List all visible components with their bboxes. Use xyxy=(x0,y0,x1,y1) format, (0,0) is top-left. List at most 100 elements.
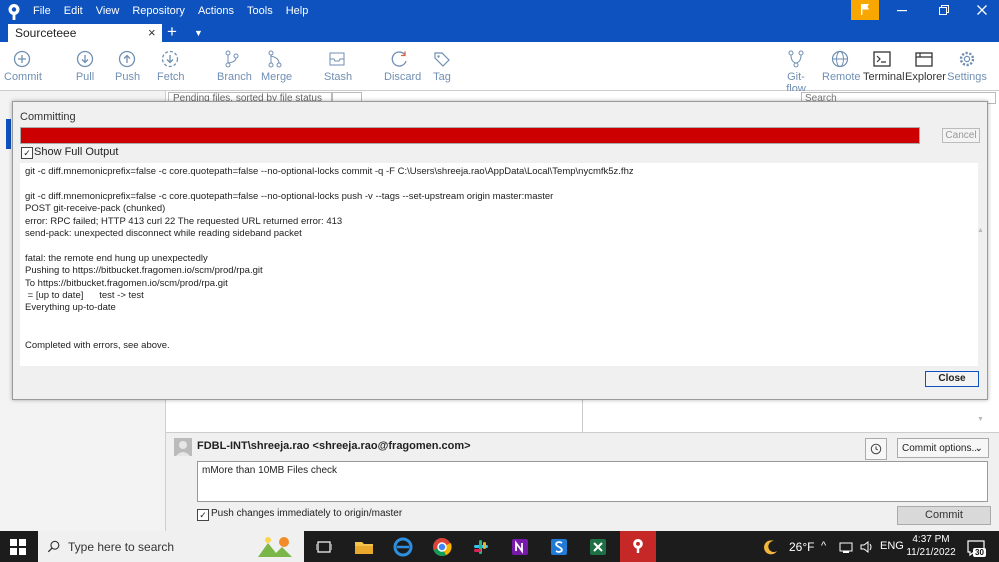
output-log[interactable]: git -c diff.mnemonicprefix=false -c core… xyxy=(20,163,984,423)
commit-options-dropdown[interactable]: Commit options... ⌄ xyxy=(897,438,989,458)
commit-toolbar-button[interactable]: Commit xyxy=(4,42,42,83)
slack-icon xyxy=(474,540,488,554)
moon-icon xyxy=(764,540,777,555)
remote-label: Remote xyxy=(822,71,861,83)
close-icon xyxy=(977,5,987,15)
commit-toolbar-label: Commit xyxy=(4,71,42,83)
clock[interactable]: 4:37 PM 11/21/2022 xyxy=(903,533,959,559)
file-explorer-taskbar-button[interactable] xyxy=(354,537,374,557)
show-full-output-checkbox[interactable]: ✓ xyxy=(21,147,33,159)
slack-taskbar-button[interactable] xyxy=(471,537,491,557)
notification-center-button[interactable]: 30 xyxy=(966,538,986,558)
fetch-label: Fetch xyxy=(157,71,185,83)
scroll-up-icon[interactable]: ▲ xyxy=(977,227,984,234)
show-full-output-label: Show Full Output xyxy=(34,146,119,158)
pull-button[interactable]: Pull xyxy=(73,42,97,83)
start-button[interactable] xyxy=(10,539,26,555)
weather-widget[interactable]: 26°F xyxy=(763,537,815,557)
discard-button[interactable]: Discard xyxy=(384,42,421,83)
push-label: Push xyxy=(115,71,141,83)
upload-icon xyxy=(118,50,136,68)
fetch-button[interactable]: Fetch xyxy=(157,42,185,83)
internet-explorer-icon xyxy=(393,537,413,557)
clock-date: 11/21/2022 xyxy=(906,547,956,558)
pane-splitter[interactable] xyxy=(582,398,583,432)
sourcetree-s-icon xyxy=(551,539,567,555)
onenote-taskbar-button[interactable] xyxy=(510,537,530,557)
tab-close-icon[interactable]: × xyxy=(148,25,156,40)
branch-icon xyxy=(225,50,239,68)
settings-button[interactable]: Settings xyxy=(947,42,987,83)
commit-message-input[interactable]: mMore than 10MB Files check xyxy=(197,461,988,502)
sourcetree-taskbar-button-active[interactable] xyxy=(620,531,656,562)
language-indicator[interactable]: ENG xyxy=(880,540,904,552)
network-icon[interactable] xyxy=(839,540,853,554)
menu-help[interactable]: Help xyxy=(286,5,309,17)
terminal-icon xyxy=(873,51,891,67)
stash-button[interactable]: Stash xyxy=(324,42,353,83)
flag-button[interactable] xyxy=(851,0,879,20)
menu-file[interactable]: File xyxy=(33,5,51,17)
menu-edit[interactable]: Edit xyxy=(64,5,83,17)
tab-list-chevron-down-icon[interactable]: ▼ xyxy=(194,28,203,38)
plus-circle-icon xyxy=(13,50,31,68)
tab-repository[interactable]: Sourceteee × xyxy=(8,24,162,43)
git-flow-button[interactable]: Git-flow xyxy=(778,42,814,95)
taskbar-search[interactable]: Type here to search xyxy=(38,531,304,562)
task-view-button[interactable] xyxy=(315,539,333,558)
explorer-button[interactable]: Explorer xyxy=(905,42,946,83)
committing-dialog: Committing Cancel ✓ Show Full Output git… xyxy=(12,101,988,423)
edge-taskbar-button[interactable] xyxy=(393,537,413,557)
output-text: git -c diff.mnemonicprefix=false -c core… xyxy=(25,166,634,351)
restore-button[interactable] xyxy=(938,4,950,19)
windows-icon xyxy=(10,539,26,555)
commit-button[interactable]: Commit xyxy=(897,506,991,525)
minimize-button[interactable] xyxy=(896,4,908,19)
tag-icon xyxy=(434,52,450,67)
commit-options-label: Commit options... xyxy=(902,443,980,454)
cancel-button[interactable]: Cancel xyxy=(942,128,980,143)
minimize-icon xyxy=(897,10,907,12)
fetch-icon xyxy=(161,50,179,68)
menu-repository[interactable]: Repository xyxy=(132,5,185,17)
flag-icon xyxy=(861,4,869,15)
close-button[interactable]: Close xyxy=(925,371,979,387)
excel-taskbar-button[interactable] xyxy=(588,537,608,557)
stash-label: Stash xyxy=(324,71,353,83)
chrome-taskbar-button[interactable] xyxy=(432,537,452,557)
volume-icon[interactable] xyxy=(859,540,873,554)
pull-label: Pull xyxy=(75,71,95,83)
menu-actions[interactable]: Actions xyxy=(198,5,234,17)
push-button[interactable]: Push xyxy=(115,42,141,83)
dialog-title: Committing xyxy=(20,111,76,123)
clock-time: 4:37 PM xyxy=(912,534,950,545)
weather-temperature: 26°F xyxy=(789,540,815,554)
tray-chevron-up-icon[interactable]: ^ xyxy=(821,540,826,552)
menu-view[interactable]: View xyxy=(96,5,120,17)
tab-label: Sourceteee xyxy=(15,26,77,40)
new-tab-button[interactable]: + xyxy=(167,22,177,42)
tag-button[interactable]: Tag xyxy=(432,42,452,83)
notification-count-badge: 30 xyxy=(973,548,986,557)
excel-icon xyxy=(590,539,606,555)
menu-tools[interactable]: Tools xyxy=(247,5,273,17)
taskbar-search-placeholder: Type here to search xyxy=(68,540,175,554)
remote-button[interactable]: Remote xyxy=(822,42,861,83)
menu-bar: File Edit View Repository Actions Tools … xyxy=(33,5,321,17)
scroll-down-icon[interactable]: ▼ xyxy=(977,416,984,423)
sourcetree-s-taskbar-button[interactable] xyxy=(549,537,569,557)
sourcetree-icon xyxy=(633,539,643,553)
terminal-button[interactable]: Terminal xyxy=(863,42,905,83)
chevron-down-icon: ⌄ xyxy=(974,443,983,454)
history-button[interactable] xyxy=(865,438,887,460)
tag-label: Tag xyxy=(433,71,451,83)
push-immediately-checkbox[interactable]: ✓ xyxy=(197,509,209,521)
settings-label: Settings xyxy=(947,71,987,83)
branch-button[interactable]: Branch xyxy=(217,42,252,83)
tray-icons xyxy=(839,540,877,554)
push-immediately-label: Push changes immediately to origin/maste… xyxy=(211,508,403,519)
close-window-button[interactable] xyxy=(976,4,988,19)
merge-label: Merge xyxy=(261,71,293,83)
merge-button[interactable]: Merge xyxy=(261,42,293,83)
folder-icon xyxy=(355,542,373,554)
